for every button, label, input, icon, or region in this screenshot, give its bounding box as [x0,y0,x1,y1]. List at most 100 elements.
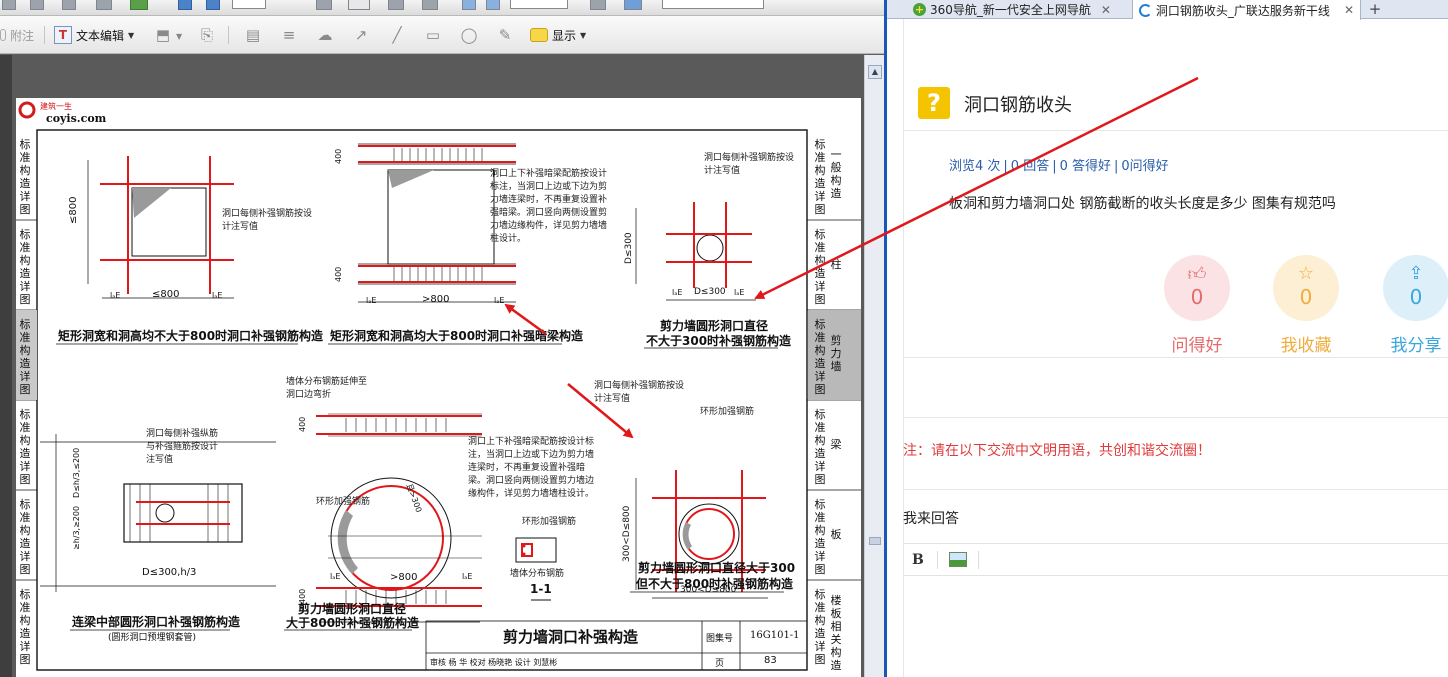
good-question-button[interactable]: 👍︎ 0 问得好 [1147,255,1247,356]
title-block-page-number: 83 [764,655,777,666]
document-area[interactable]: 建筑一生 coyis.com 矩形洞宽和洞高均不大于800时洞口补强钢筋构造 矩… [0,55,885,677]
zoom-in-icon[interactable] [422,0,438,10]
vertical-scrollbar[interactable]: ▲ [864,55,884,677]
page-number-input[interactable] [232,0,266,9]
line-tool-icon[interactable]: ╱ [388,26,406,44]
caption-diagram-4-sub: (圆形洞口预埋钢套管) [108,633,197,643]
right-tab-2-b[interactable]: 柱 [830,258,842,271]
right-tab-3-a[interactable]: 标准构造详图 [814,318,826,396]
tab-glodon-question[interactable]: 洞口钢筋收头_广联达服务新干线 ✕ [1133,0,1361,20]
left-tab-2[interactable]: 标准构造详图 [19,228,31,306]
zoom-input[interactable] [510,0,568,9]
note-3: 洞口每侧补强钢筋按设计注写值 [704,153,795,176]
title-block-atlas-label: 图集号 [706,634,734,644]
hand-tool-icon[interactable] [348,0,370,10]
pencil-tool-icon[interactable]: ✎ [496,26,514,44]
close-icon[interactable]: ✕ [1101,3,1111,17]
navigation-pane[interactable] [0,55,12,677]
dim-d300-800: 300<D≤800 [680,585,737,595]
arrow-tool-icon[interactable]: ↗ [352,26,370,44]
right-tab-4-a[interactable]: 标准构造详图 [814,408,826,486]
divider [903,357,1448,358]
civility-notice: 注：请在以下交流中文明用语，共创和谐交流圈！ [903,443,1211,459]
share-circle[interactable]: ⇪ 0 [1383,255,1448,321]
bold-button[interactable]: B [912,552,924,568]
answers-count[interactable]: 0 回答 [1011,159,1049,174]
green-arrow-icon[interactable] [130,0,148,10]
note-2: 洞口上下补强暗梁配筋按设计标注，当洞口上边或下边为剪力墙连梁时，不再重复设置补强… [490,169,608,244]
rotate-left-icon[interactable] [462,0,476,10]
left-tab-3[interactable]: 标准构造详图 [19,318,31,396]
dim-la-2: lₐE [212,291,223,300]
right-tab-1-a[interactable]: 标准构造详图 [814,138,826,216]
views-count[interactable]: 浏览4 次 [949,159,1000,174]
rectangle-tool-icon[interactable]: ▭ [424,26,442,44]
toolbar-icon[interactable] [62,0,76,10]
find-input[interactable] [662,0,764,9]
answer-editor-area[interactable] [903,576,1448,677]
dim-la-4: lₐE [494,296,505,305]
dim-400-circle-bottom: 400 [298,588,307,604]
chevron-down-icon[interactable]: ▼ [176,32,182,41]
tab-360-nav[interactable]: + 360导航_新一代安全上网导航 ✕ [907,0,1133,19]
good-question-circle[interactable]: 👍︎ 0 [1164,255,1230,321]
logo-text: 建筑一生 [40,102,72,111]
prev-page-icon[interactable] [178,0,192,10]
left-tab-4[interactable]: 标准构造详图 [19,408,31,486]
title-block-signatures: 审核 杨 华 校对 杨晓艳 设计 刘慧彬 [430,658,558,667]
toolbar-icon[interactable] [30,0,44,10]
right-tab-6-b[interactable]: 楼板相关构造 [830,594,842,672]
insert-image-icon[interactable] [949,552,967,567]
cloud-icon[interactable]: ☁ [316,26,334,44]
right-tab-2-a[interactable]: 标准构造详图 [814,228,826,306]
right-tab-6-a[interactable]: 标准构造详图 [814,588,826,666]
dim-400-circle-top: 400 [298,416,307,432]
right-tab-1-b[interactable]: 一般构造 [830,148,842,200]
close-icon[interactable]: ✕ [1344,3,1354,17]
rotate-right-icon[interactable] [486,0,500,10]
left-tab-5[interactable]: 标准构造详图 [19,498,31,576]
next-page-icon[interactable] [206,0,220,10]
right-tab-4-b[interactable]: 梁 [830,438,842,451]
chevron-down-icon: ▼ [580,30,587,40]
right-tab-5-b[interactable]: 板 [830,528,842,541]
dim-d300-vertical: D≤300 [624,232,634,264]
toolbar-separator [44,26,45,44]
left-tab-1[interactable]: 标准构造详图 [19,138,31,216]
question-mark-icon: ? [918,87,950,119]
oval-tool-icon[interactable]: ◯ [460,26,478,44]
note-8: 环形加强钢筋 [700,407,755,417]
right-tab-5-a[interactable]: 标准构造详图 [814,498,826,576]
pdf-main-toolbar [0,0,885,16]
download-icon[interactable] [624,0,642,10]
share-label: 我分享 [1390,336,1442,356]
attach-file-icon[interactable]: ⎘ [198,26,216,44]
attach-button[interactable]: 附注 [0,25,34,45]
browser-tab-bar: + 360导航_新一代安全上网导航 ✕ 洞口钢筋收头_广联达服务新干线 ✕ + [887,0,1448,20]
caption-diagram-2: 矩形洞宽和洞高均大于800时洞口补强暗梁构造 [330,329,584,343]
toolbar-icon[interactable] [2,0,16,10]
zoom-out-icon[interactable] [388,0,404,10]
dim-d300-h3: D≤300,h/3 [142,567,197,578]
left-tab-6[interactable]: 标准构造详图 [19,588,31,666]
good-answers-count[interactable]: 0 答得好 [1060,159,1111,174]
fit-page-icon[interactable] [590,0,606,10]
right-tab-3-b[interactable]: 剪力墙 [830,334,842,373]
favorite-button[interactable]: ☆ 0 我收藏 [1256,255,1356,356]
dim-la-7: lₐE [330,572,341,581]
text-edit-button[interactable]: T 文本编辑 ▼ [54,25,134,45]
scroll-up-icon[interactable]: ▲ [868,65,882,79]
select-tool-icon[interactable] [316,0,332,10]
show-button[interactable]: 显示 ▼ [530,25,586,45]
stamp-icon[interactable]: ⬒ [154,26,172,44]
new-tab-plus-icon[interactable]: + [1362,0,1388,19]
browser-logo-icon [1139,3,1152,17]
favorite-circle[interactable]: ☆ 0 [1273,255,1339,321]
scroll-thumb[interactable] [869,537,881,545]
callout-icon[interactable]: ▤ [244,26,262,44]
caption-diagram-1: 矩形洞宽和洞高均不大于800时洞口补强钢筋构造 [58,329,324,343]
share-button[interactable]: ⇪ 0 我分享 [1366,255,1448,356]
textbox-icon[interactable]: ≡ [280,26,298,44]
good-question-count[interactable]: 0问得好 [1121,159,1168,174]
toolbar-icon[interactable] [96,0,112,10]
